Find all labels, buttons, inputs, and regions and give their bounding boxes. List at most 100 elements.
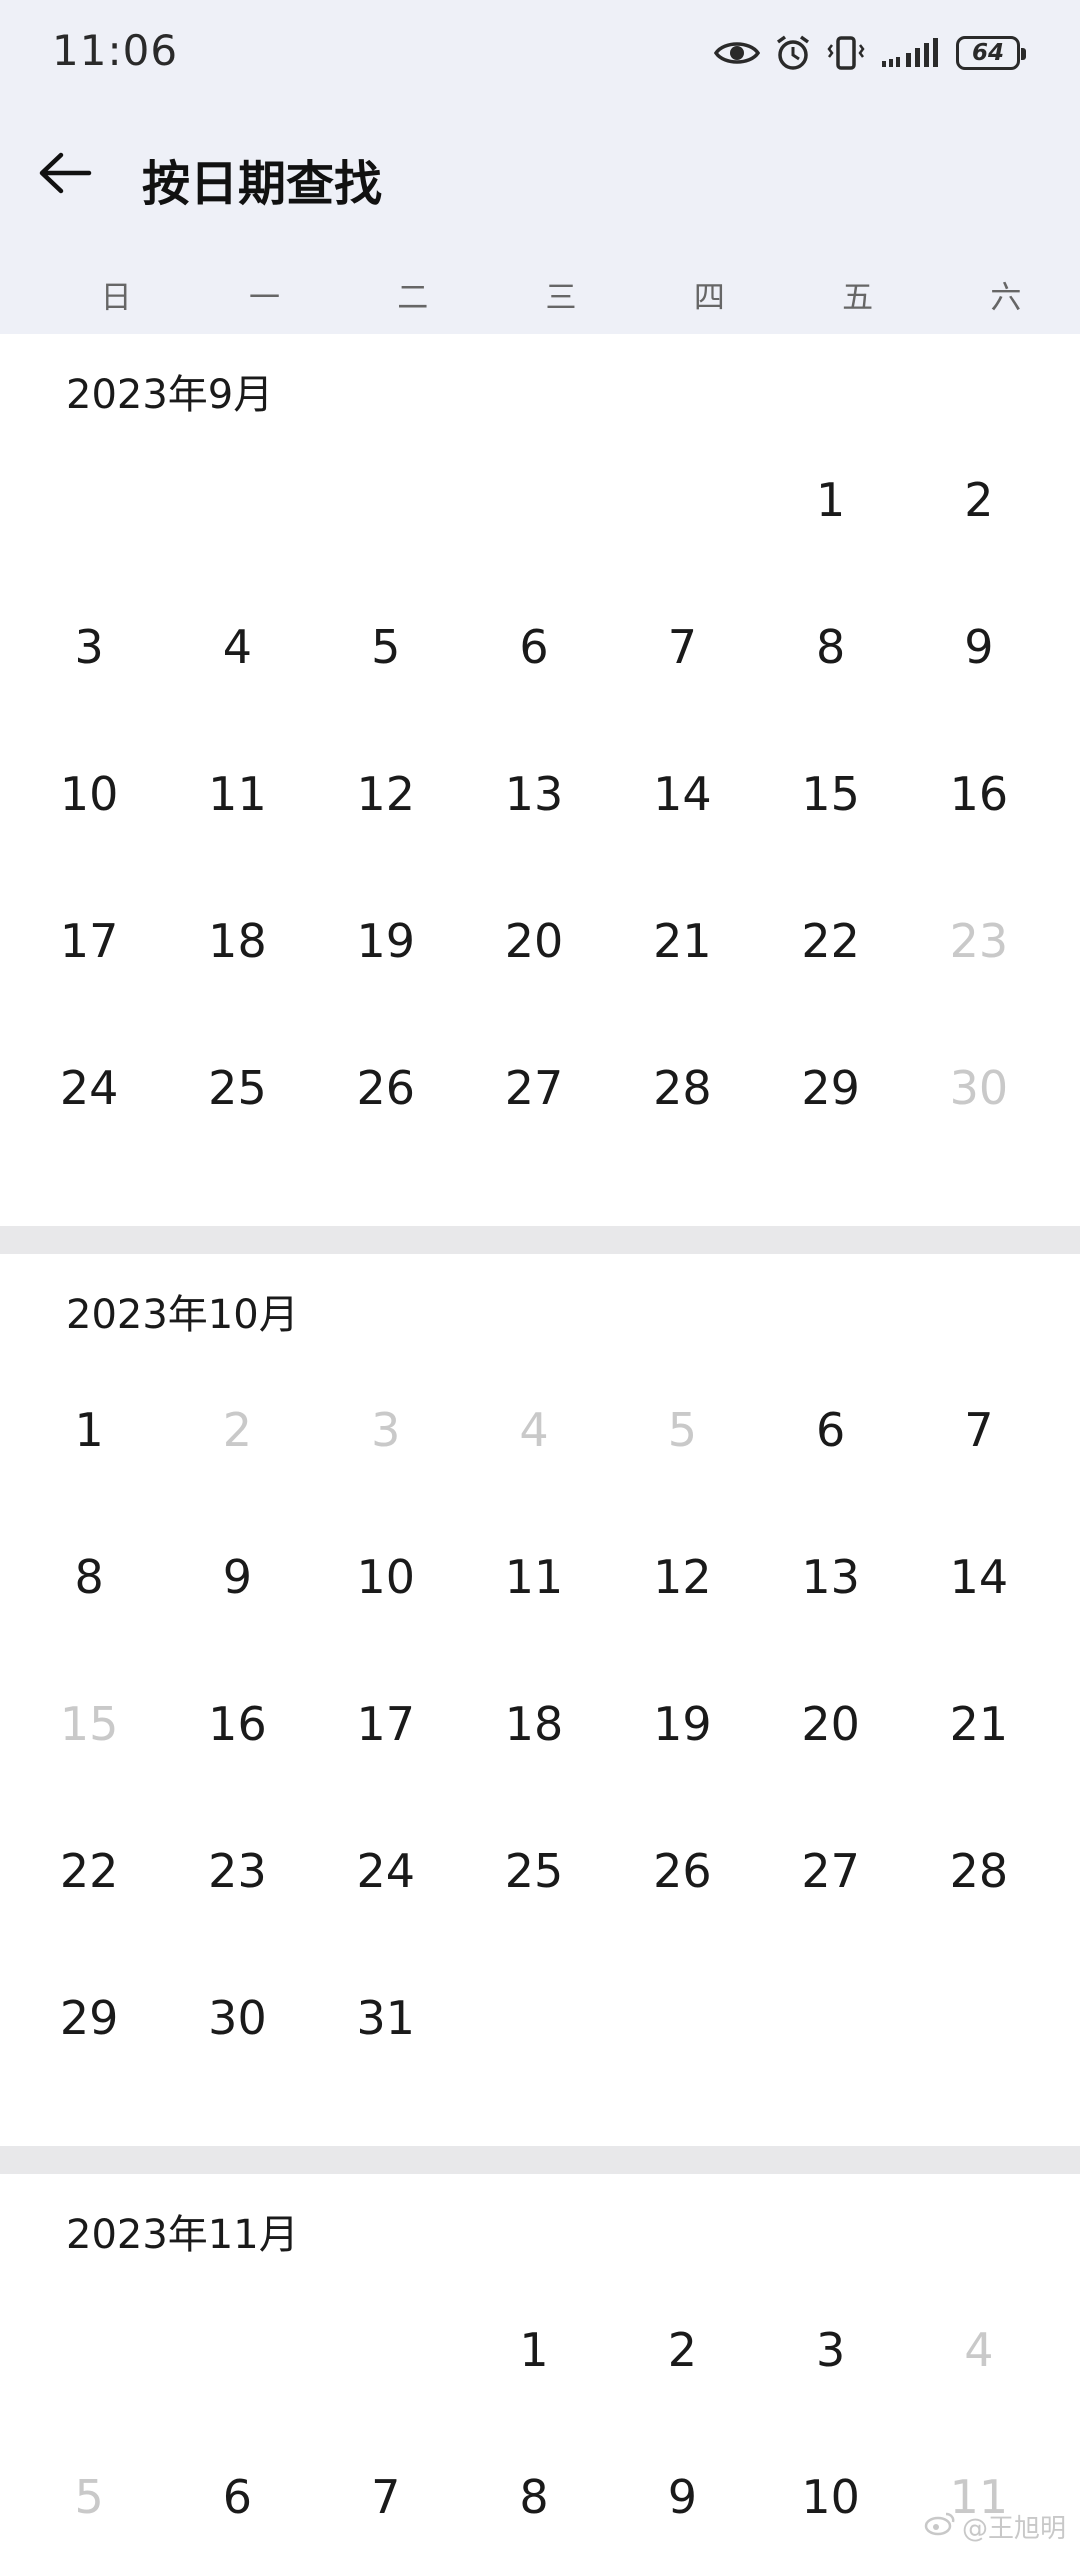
alarm-icon xyxy=(774,34,812,72)
day-cell[interactable]: 7 xyxy=(312,2423,460,2570)
day-cell[interactable]: 12 xyxy=(312,720,460,867)
day-cell[interactable]: 7 xyxy=(905,1356,1053,1503)
day-cell[interactable]: 21 xyxy=(905,1650,1053,1797)
month-title: 2023年11月 xyxy=(66,2212,299,2258)
day-cell[interactable]: 24 xyxy=(15,1014,163,1161)
day-cell: 11 xyxy=(949,2469,1009,2524)
day-cell[interactable]: 28 xyxy=(905,1797,1053,1944)
empty-day-cell xyxy=(163,2276,311,2423)
day-cell[interactable]: 11 xyxy=(163,720,311,867)
day-cell[interactable]: 16 xyxy=(163,1650,311,1797)
battery-icon: 64 xyxy=(956,36,1026,70)
month-title: 2023年10月 xyxy=(66,1292,299,1338)
month-divider xyxy=(0,1226,1080,1254)
day-grid: 1 2 3 4 5 6 7 8 9 10 11 xyxy=(15,2276,1055,2570)
empty-day-cell xyxy=(608,426,756,573)
vibrate-icon xyxy=(826,35,866,71)
day-cell[interactable]: 17 xyxy=(312,1650,460,1797)
day-cell[interactable]: 8 xyxy=(756,573,904,720)
day-cell[interactable]: 22 xyxy=(756,867,904,1014)
day-grid: 1 2 3 4 5 6 7 8 9 10 11 12 13 14 15 16 17 18 19 20 21 22 23 24 2… xyxy=(15,426,1055,1161)
day-cell[interactable]: 27 xyxy=(756,1797,904,1944)
day-cell[interactable]: 6 xyxy=(163,2423,311,2570)
day-cell[interactable]: 24 xyxy=(312,1797,460,1944)
weekday-label: 四 xyxy=(693,280,725,316)
day-cell[interactable]: 29 xyxy=(756,1014,904,1161)
day-cell[interactable]: 13 xyxy=(756,1503,904,1650)
day-cell[interactable]: 8 xyxy=(460,2423,608,2570)
day-cell[interactable]: 2 xyxy=(608,2276,756,2423)
empty-day-cell xyxy=(15,426,163,573)
day-cell[interactable]: 1 xyxy=(756,426,904,573)
weekday-label: 一 xyxy=(248,280,280,316)
month-section-november: 2023年11月 1 2 3 4 5 6 7 8 9 10 11 xyxy=(0,2174,1080,2557)
weekday-label: 六 xyxy=(990,280,1022,316)
day-cell[interactable]: 30 xyxy=(163,1944,311,2091)
day-cell[interactable]: 9 xyxy=(905,573,1053,720)
day-cell[interactable]: 6 xyxy=(460,573,608,720)
day-cell[interactable]: 18 xyxy=(163,867,311,1014)
day-cell[interactable]: 15 xyxy=(756,720,904,867)
day-cell[interactable]: 2 xyxy=(905,426,1053,573)
day-cell[interactable]: 27 xyxy=(460,1014,608,1161)
day-cell: 4 xyxy=(964,2322,994,2377)
day-cell[interactable]: 26 xyxy=(312,1014,460,1161)
day-cell[interactable]: 29 xyxy=(15,1944,163,2091)
day-cell: 5 xyxy=(74,2469,104,2524)
day-cell[interactable]: 10 xyxy=(756,2423,904,2570)
day-cell[interactable]: 3 xyxy=(756,2276,904,2423)
day-cell[interactable]: 12 xyxy=(608,1503,756,1650)
day-cell[interactable]: 5 xyxy=(312,573,460,720)
day-cell[interactable]: 9 xyxy=(608,2423,756,2570)
day-cell[interactable]: 8 xyxy=(15,1503,163,1650)
month-divider xyxy=(0,2146,1080,2174)
day-cell: 3 xyxy=(371,1402,401,1457)
day-cell[interactable]: 9 xyxy=(163,1503,311,1650)
day-cell[interactable]: 25 xyxy=(163,1014,311,1161)
day-cell[interactable]: 23 xyxy=(163,1797,311,1944)
day-cell[interactable]: 20 xyxy=(756,1650,904,1797)
month-section-october: 2023年10月 1 2 3 4 5 6 7 8 9 10 11 12 13 14 15 16 17 18 19 20… xyxy=(0,1254,1080,2146)
day-cell[interactable]: 4 xyxy=(163,573,311,720)
weekday-label: 日 xyxy=(100,280,132,316)
day-cell[interactable]: 25 xyxy=(460,1797,608,1944)
day-cell[interactable]: 7 xyxy=(608,573,756,720)
day-cell: 2 xyxy=(222,1402,253,1457)
day-cell[interactable]: 14 xyxy=(608,720,756,867)
day-cell[interactable]: 20 xyxy=(460,867,608,1014)
day-cell: 30 xyxy=(949,1060,1009,1115)
day-cell[interactable]: 3 xyxy=(15,573,163,720)
page-title: 按日期查找 xyxy=(142,156,383,212)
status-time: 11:06 xyxy=(52,26,179,75)
app-header-area: 11:06 64 按日期查找 日 一 二 三 四 五 六 xyxy=(0,0,1080,334)
signal-icon xyxy=(880,37,942,69)
day-cell[interactable]: 19 xyxy=(312,867,460,1014)
day-cell[interactable]: 18 xyxy=(460,1650,608,1797)
day-cell[interactable]: 26 xyxy=(608,1797,756,1944)
day-cell[interactable]: 13 xyxy=(460,720,608,867)
day-cell[interactable]: 16 xyxy=(905,720,1053,867)
day-cell[interactable]: 19 xyxy=(608,1650,756,1797)
day-cell: 5 xyxy=(667,1402,697,1457)
day-cell[interactable]: 22 xyxy=(15,1797,163,1944)
day-cell[interactable]: 11 xyxy=(460,1503,608,1650)
weekday-label: 三 xyxy=(545,280,577,316)
watermark-text: @王旭明 xyxy=(961,2514,1066,2544)
weekday-label: 五 xyxy=(842,280,874,316)
arrow-left-icon xyxy=(37,151,93,199)
day-cell[interactable]: 1 xyxy=(15,1356,163,1503)
day-cell[interactable]: 17 xyxy=(15,867,163,1014)
day-cell[interactable]: 14 xyxy=(905,1503,1053,1650)
day-grid: 1 2 3 4 5 6 7 8 9 10 11 12 13 14 15 16 17 18 19 20 21 22 23 24 2… xyxy=(15,1356,1055,2091)
day-cell[interactable]: 10 xyxy=(312,1503,460,1650)
back-button[interactable] xyxy=(30,140,100,210)
day-cell[interactable]: 6 xyxy=(756,1356,904,1503)
day-cell[interactable]: 10 xyxy=(15,720,163,867)
day-cell[interactable]: 1 xyxy=(460,2276,608,2423)
day-cell[interactable]: 28 xyxy=(608,1014,756,1161)
empty-day-cell xyxy=(15,2276,163,2423)
day-cell[interactable]: 31 xyxy=(312,1944,460,2091)
day-cell: 4 xyxy=(519,1402,549,1457)
day-cell[interactable]: 21 xyxy=(608,867,756,1014)
month-title: 2023年9月 xyxy=(66,372,274,418)
